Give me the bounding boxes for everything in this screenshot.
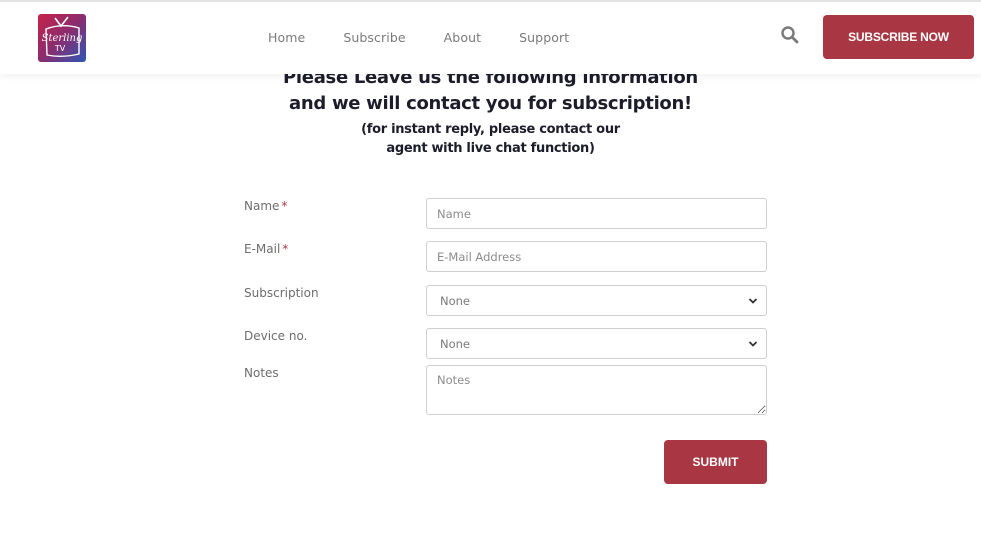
notes-label: Notes <box>244 366 279 380</box>
required-mark: * <box>282 242 289 256</box>
email-label-text: E-Mail <box>244 242 281 256</box>
nav-about[interactable]: About <box>444 28 481 48</box>
device-label: Device no. <box>244 329 308 343</box>
tv-logo-icon: Sterling TV <box>42 16 83 57</box>
device-selected-value: None <box>440 336 471 351</box>
nav-support[interactable]: Support <box>519 28 569 48</box>
device-select[interactable]: None <box>426 328 767 359</box>
notes-textarea[interactable] <box>426 365 767 415</box>
subscribe-now-button[interactable]: SUBSCRIBE NOW <box>823 15 974 59</box>
subscription-label: Subscription <box>244 286 319 300</box>
intro-subheading-line1: (for instant reply, please contact our <box>361 122 620 137</box>
nav-home[interactable]: Home <box>268 28 305 48</box>
svg-text:TV: TV <box>54 44 66 53</box>
submit-button[interactable]: SUBMIT <box>664 440 767 484</box>
search-icon[interactable] <box>780 25 800 45</box>
subscription-select[interactable]: None <box>426 285 767 316</box>
chevron-down-icon <box>748 297 758 304</box>
intro-subheading-line2: agent with live chat function) <box>386 141 595 156</box>
nav-subscribe[interactable]: Subscribe <box>343 28 405 48</box>
main-nav: Home Subscribe About Support <box>268 28 607 48</box>
name-label-text: Name <box>244 199 280 213</box>
intro-heading-line2: and we will contact you for subscription… <box>289 93 692 114</box>
required-mark: * <box>281 199 288 213</box>
email-label: E-Mail * <box>244 242 288 256</box>
name-input[interactable] <box>426 198 767 229</box>
email-input[interactable] <box>426 241 767 272</box>
chevron-down-icon <box>748 340 758 347</box>
svg-text:Sterling: Sterling <box>42 33 83 44</box>
subscription-selected-value: None <box>440 293 471 308</box>
name-label: Name * <box>244 199 287 213</box>
sterling-tv-logo[interactable]: Sterling TV <box>38 14 86 62</box>
site-header: Sterling TV Home Subscribe About Support… <box>0 2 981 74</box>
